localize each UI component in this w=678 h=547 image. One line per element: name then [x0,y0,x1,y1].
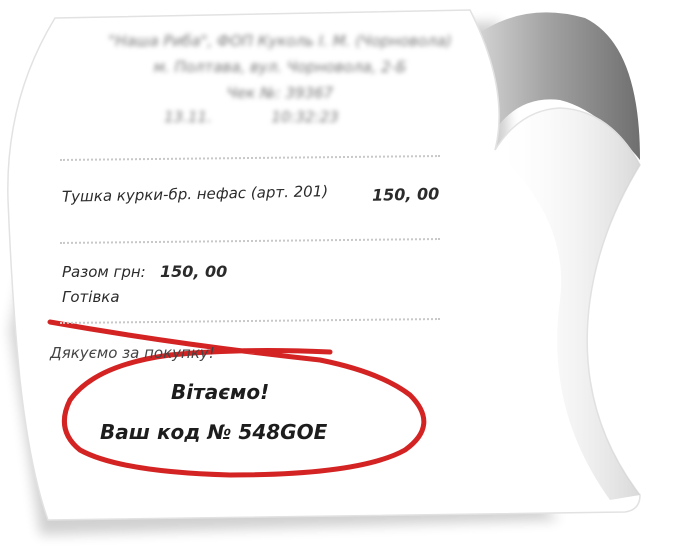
check-time: 10:32:23 [271,108,339,126]
receipt-image: "Наша Риба", ФОП Куколь І. М. (Чорновола… [0,0,678,547]
promo-code: Ваш код № 548GOE [100,420,328,444]
check-date: 13.11. [164,108,212,126]
check-number: Чек №: 39367 [226,84,334,102]
shop-address: м. Полтава, вул. Чорновола, 2-Б [153,58,407,76]
greeting-text: Вітаємо! [171,380,270,404]
payment-method: Готівка [62,288,120,306]
total-label: Разом грн: [62,263,146,281]
thanks-text: Дякуємо за покупку! [50,344,215,362]
total-value: 150, 00 [160,262,228,281]
item-price: 150, 00 [371,184,440,205]
shop-name: "Наша Риба", ФОП Куколь І. М. (Чорновола… [108,32,452,50]
